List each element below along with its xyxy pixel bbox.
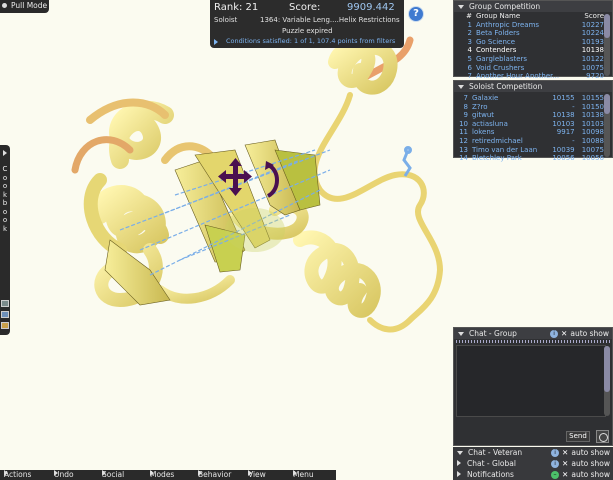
help-icon: ? (413, 8, 419, 19)
cookbook-label: Cookbook (2, 165, 8, 233)
table-row[interactable]: 12 retiredmichael -10088 (456, 137, 606, 146)
pin-icon (2, 3, 7, 8)
chat-scrollbar[interactable] (604, 346, 610, 416)
recipe-icon-2[interactable] (1, 311, 9, 318)
chat-group-panel: Chat - Group i ✕ auto show Send (453, 327, 613, 446)
table-row[interactable]: 7 Galaxie 10155 10155 (456, 94, 606, 103)
conditions-toggle[interactable] (214, 38, 220, 45)
table-row[interactable]: 11 lokens 9917 10098 (456, 128, 606, 137)
auto-show-label[interactable]: auto show (570, 329, 609, 338)
chat-global-title: Chat - Global (467, 459, 516, 468)
conditions-text[interactable]: Conditions satisfied: 1 of 1, 107.4 poin… (226, 37, 395, 45)
chat-group-title: Chat - Group (469, 329, 517, 338)
recipe-icon-1[interactable] (1, 300, 9, 307)
score-panel: Rank: 21 Score: 9909.442 Soloist 1364: V… (210, 0, 404, 48)
scroll-thumb[interactable] (604, 14, 610, 38)
notifications-title: Notifications (467, 470, 514, 479)
puzzle-status: Puzzle expired (282, 27, 333, 35)
chat-group-header[interactable]: Chat - Group i ✕ auto show (454, 328, 612, 339)
info-icon[interactable]: i (551, 460, 560, 468)
table-row[interactable]: 13 Timo van der Laan 10039 10075 (456, 146, 606, 155)
helix-left-top (109, 100, 174, 169)
soloist-table: 7 Galaxie 10155 10155 8 Z?ro -10150 9 gitwut 10… (456, 94, 606, 163)
group-table: # Group Name Score 1 Anthropic Dreams 1022… (456, 12, 606, 81)
close-icon[interactable]: ✕ (561, 329, 567, 338)
info-icon[interactable]: i (551, 449, 560, 457)
close-icon[interactable]: ✕ (562, 470, 568, 479)
cookbook-tab[interactable]: Cookbook (0, 145, 10, 335)
auto-show-label[interactable]: auto show (571, 470, 610, 479)
table-row[interactable]: 8 Z?ro -10150 (456, 103, 606, 112)
pull-mode-button[interactable]: Pull Mode (0, 0, 49, 13)
expand-icon (457, 460, 461, 466)
group-competition-title: Group Competition (469, 2, 541, 11)
soloist-competition-title: Soloist Competition (469, 82, 543, 91)
table-row-own-group[interactable]: 4 Contenders 10138 (456, 46, 606, 55)
pull-mode-label: Pull Mode (11, 1, 48, 10)
notification-status-icon[interactable]: – (551, 471, 560, 479)
recipe-icon-3[interactable] (1, 322, 9, 329)
score-label: Score: (289, 2, 321, 13)
collapse-icon (458, 332, 464, 336)
table-row[interactable]: 9 gitwut 10138 10138 (456, 111, 606, 120)
chat-group-divider (456, 340, 610, 343)
soloist-competition-header[interactable]: Soloist Competition (454, 81, 612, 92)
notifications-tab[interactable]: Notifications – ✕ auto show (453, 469, 613, 480)
scroll-thumb[interactable] (604, 94, 610, 114)
group-competition-panel: Group Competition # Group Name Score 1 An… (453, 0, 613, 80)
col-score: Score (584, 12, 604, 20)
table-row[interactable]: 14 Bletchley Park 10056 10056 (456, 154, 606, 163)
help-button[interactable]: ? (408, 6, 424, 22)
cookbook-expand-icon (3, 150, 7, 156)
expand-icon (457, 471, 461, 477)
clock-icon (599, 433, 608, 442)
collapse-icon (457, 451, 463, 455)
send-button[interactable]: Send (566, 431, 590, 442)
table-row[interactable]: 1 Anthropic Dreams 10227 (456, 21, 606, 30)
collapse-icon (458, 5, 464, 9)
chat-veteran-tab[interactable]: Chat - Veteran i ✕ auto show (453, 447, 613, 458)
chat-messages[interactable] (456, 345, 606, 417)
puzzle-title: 1364: Variable Leng....Helix Restriction… (260, 16, 400, 24)
bottom-menu-bar: Actions Undo Social Modes Behavior View … (0, 470, 336, 480)
protein-viewport[interactable] (0, 0, 452, 468)
close-icon[interactable]: ✕ (562, 459, 568, 468)
close-icon[interactable]: ✕ (562, 448, 568, 457)
chat-global-tab[interactable]: Chat - Global i ✕ auto show (453, 458, 613, 469)
mode-label: Soloist (214, 16, 238, 24)
table-row[interactable]: 6 Void Crushers 10075 (456, 64, 606, 73)
group-competition-header[interactable]: Group Competition (454, 1, 612, 12)
expand-icon (214, 39, 218, 45)
chat-veteran-title: Chat - Veteran (468, 448, 523, 457)
soloist-scrollbar[interactable] (604, 94, 610, 157)
auto-show-label[interactable]: auto show (571, 448, 610, 457)
send-label: Send (569, 432, 587, 440)
score-value: 9909.442 (347, 2, 395, 13)
rank-label: Rank: 21 (214, 2, 259, 13)
col-group-name: Group Name (476, 12, 521, 20)
helix-bottom-right (293, 230, 381, 318)
group-scrollbar[interactable] (604, 14, 610, 76)
info-icon[interactable]: i (550, 330, 559, 338)
table-row[interactable]: 5 Gargleblasters 10122 (456, 55, 606, 64)
soloist-competition-panel: Soloist Competition 7 Galaxie 10155 10155 8… (453, 80, 613, 162)
col-rank: # (466, 12, 472, 20)
table-row[interactable]: 2 Beta Folders 10224 (456, 29, 606, 38)
scroll-thumb[interactable] (604, 346, 610, 392)
collapse-icon (458, 85, 464, 89)
table-row[interactable]: 10 actiasluna 10103 10103 (456, 120, 606, 129)
table-row[interactable]: 3 Go Science 10193 (456, 38, 606, 47)
auto-show-label[interactable]: auto show (571, 459, 610, 468)
chat-timer-button[interactable] (596, 430, 609, 443)
